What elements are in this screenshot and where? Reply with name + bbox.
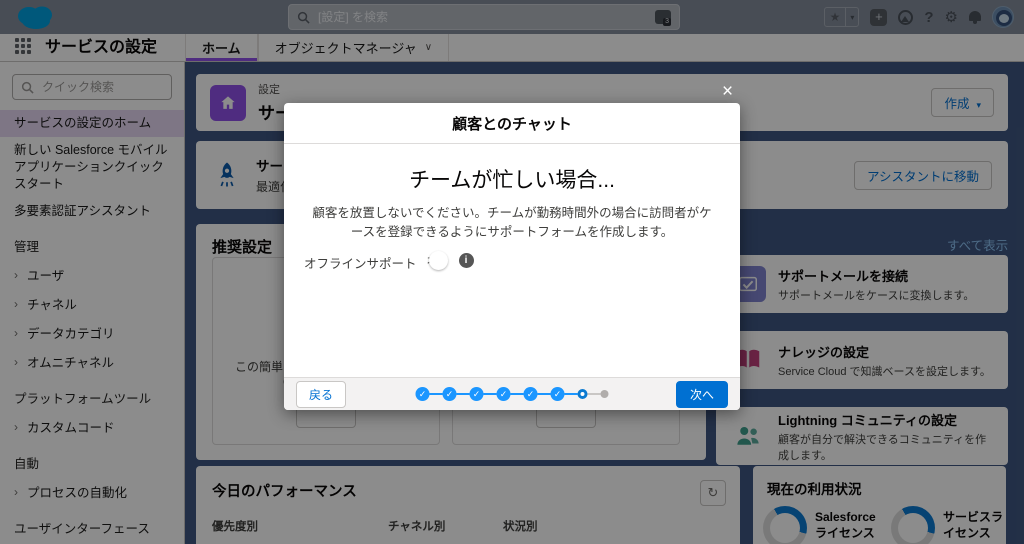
modal-title: 顧客とのチャット	[452, 115, 572, 133]
offline-support-row: オフラインサポート オフ i	[304, 249, 474, 272]
close-icon[interactable]: ×	[722, 82, 733, 101]
modal-description: 顧客を放置しないでください。チームが勤務時間外の場合に訪問者がケースを登録できる…	[312, 206, 712, 240]
info-icon[interactable]: i	[458, 253, 474, 268]
modal-heading: チームが忙しい場合...	[409, 169, 615, 192]
screen: 3 ★ ▾ + ? ⚙ サービスの設定 ホーム オブジェクトマネージャ∨ サービ…	[0, 0, 1024, 544]
chat-setup-modal: 顧客とのチャット チームが忙しい場合... 顧客を放置しないでください。チームが…	[284, 103, 740, 410]
modal-body: チームが忙しい場合... 顧客を放置しないでください。チームが勤務時間外の場合に…	[284, 144, 740, 377]
progress-step: ✓	[442, 387, 457, 401]
progress-step	[600, 390, 609, 398]
progress-step	[577, 389, 588, 399]
progress-step: ✓	[496, 387, 511, 401]
toggle-label: オフラインサポート	[304, 257, 417, 271]
modal-footer: 戻る ✓ ✓ ✓ ✓ ✓ ✓ 次へ	[284, 377, 740, 410]
progress-step: ✓	[469, 387, 484, 401]
modal-header: 顧客とのチャット	[284, 103, 740, 144]
next-button[interactable]: 次へ	[675, 380, 728, 408]
progress-step: ✓	[415, 387, 430, 401]
progress-step: ✓	[550, 387, 565, 401]
progress-indicator: ✓ ✓ ✓ ✓ ✓ ✓	[415, 387, 609, 401]
back-button[interactable]: 戻る	[296, 380, 347, 408]
progress-step: ✓	[523, 387, 538, 401]
